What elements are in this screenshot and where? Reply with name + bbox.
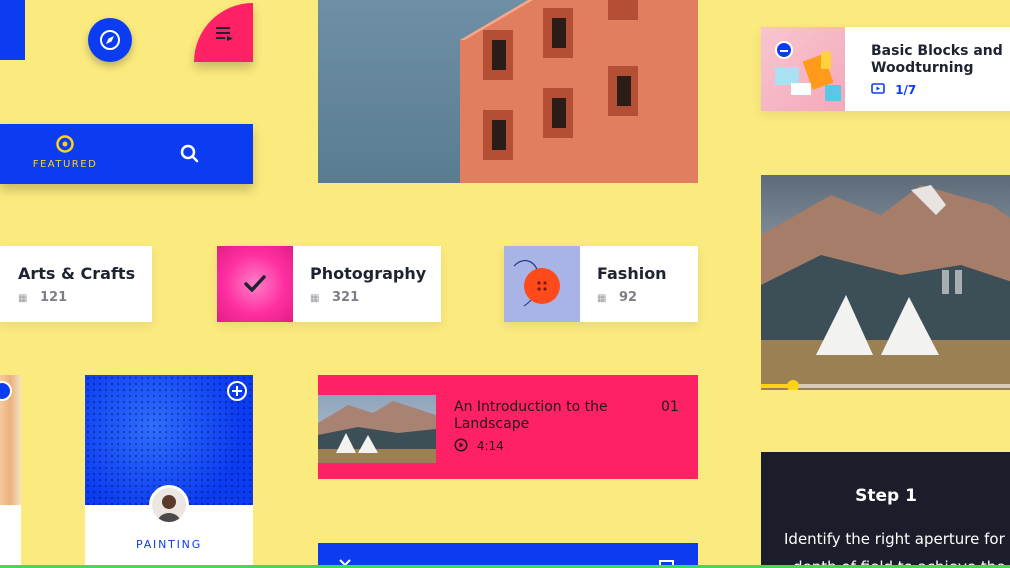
category-count: 321 <box>331 290 360 305</box>
category-meta: ▦ 321 <box>310 290 359 305</box>
building-photo <box>318 0 698 183</box>
grid-icon: ▦ <box>597 293 607 304</box>
featured-tab[interactable]: FEATURED <box>25 134 105 178</box>
video-lessons-icon <box>871 83 885 94</box>
category-meta: ▦ 121 <box>18 290 67 305</box>
category-count: 92 <box>618 290 638 305</box>
category-thumbnail <box>217 246 293 322</box>
target-icon <box>56 135 74 153</box>
video-player[interactable] <box>761 175 1010 390</box>
lesson-title: An Introduction to the Landscape <box>454 399 608 432</box>
category-card-photography[interactable]: Photography ▦ 321 <box>217 246 441 322</box>
painting-label: PAINTING <box>135 538 203 551</box>
lesson-duration-row: 4:14 <box>454 438 504 453</box>
playlist-icon <box>216 27 233 41</box>
step-text-line1: Identify the right aperture for <box>784 530 1005 548</box>
explore-button[interactable] <box>88 18 132 62</box>
pause-icon <box>942 270 962 294</box>
lesson-number: 01 <box>661 399 679 415</box>
category-title: Photography <box>310 264 427 283</box>
search-icon <box>180 144 199 163</box>
card-fragment-left <box>0 375 21 568</box>
pause-button[interactable] <box>939 267 965 297</box>
compass-icon <box>100 30 120 50</box>
play-circle-icon <box>454 438 468 452</box>
category-meta: ▦ 92 <box>597 290 637 305</box>
featured-tab-label: FEATURED <box>32 159 98 170</box>
minus-icon <box>780 50 788 52</box>
checkmark-icon <box>244 275 266 292</box>
search-button[interactable] <box>175 139 205 169</box>
video-progress-handle[interactable] <box>787 380 800 390</box>
featured-nav-bar: FEATURED <box>0 124 253 184</box>
lesson-duration: 4:14 <box>476 439 504 453</box>
painting-card[interactable]: PAINTING <box>85 375 253 568</box>
remove-button[interactable] <box>775 41 793 59</box>
add-button[interactable] <box>227 381 247 401</box>
blue-card-fragment <box>0 0 25 60</box>
category-thumbnail <box>504 246 580 322</box>
plus-icon <box>232 386 242 396</box>
grid-icon: ▦ <box>18 293 28 304</box>
course-card[interactable]: Basic Blocks and Woodturning 1/7 <box>761 27 1010 111</box>
course-thumbnail <box>761 27 845 111</box>
lesson-thumbnail <box>318 395 436 463</box>
course-title: Basic Blocks and Woodturning <box>871 43 1003 76</box>
category-title: Arts & Crafts <box>18 264 136 283</box>
grid-icon: ▦ <box>310 293 320 304</box>
lesson-card[interactable]: An Introduction to the Landscape 01 4:14 <box>318 375 698 479</box>
category-card-arts[interactable]: Arts & Crafts ▦ 121 <box>0 246 152 322</box>
step-title: Step 1 <box>855 486 917 506</box>
category-count: 121 <box>39 290 68 305</box>
course-progress: 1/7 <box>871 83 916 97</box>
category-title: Fashion <box>597 264 667 283</box>
category-card-fashion[interactable]: Fashion ▦ 92 <box>504 246 698 322</box>
course-progress-text: 1/7 <box>895 83 917 97</box>
avatar <box>149 485 189 525</box>
step-card: Step 1 Identify the right aperture for d… <box>761 452 1010 568</box>
menu-button[interactable] <box>194 3 253 62</box>
